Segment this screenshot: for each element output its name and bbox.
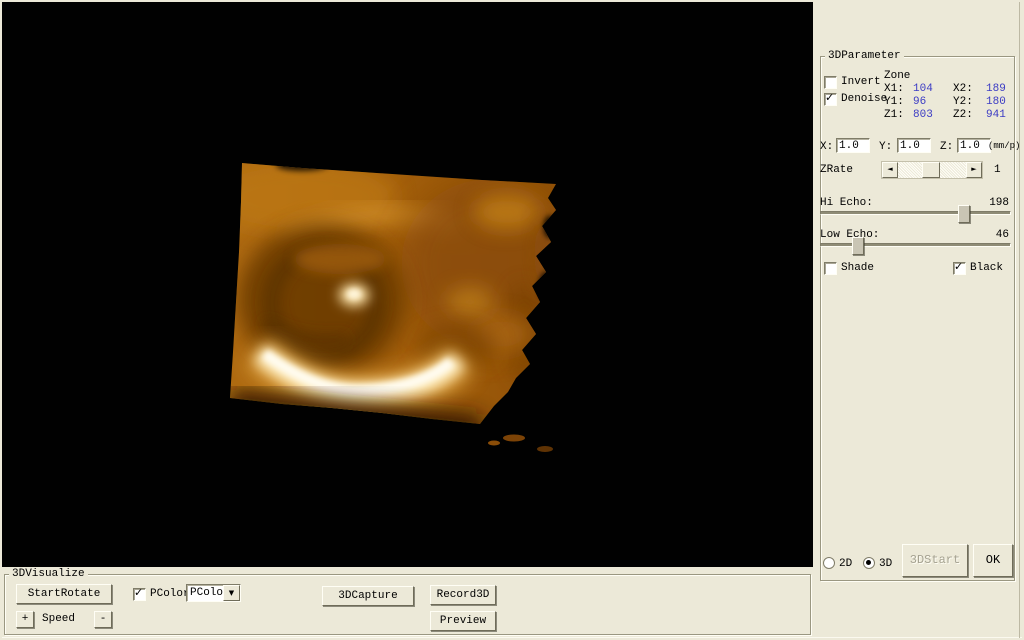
start3d-button[interactable]: 3DStart bbox=[902, 544, 968, 577]
zone-z2-value: 941 bbox=[986, 109, 1006, 121]
speed-label: Speed bbox=[42, 613, 76, 625]
shade-checkbox[interactable] bbox=[824, 262, 837, 275]
zrate-scrollbar-thumb[interactable] bbox=[922, 162, 940, 178]
scroll-right-icon: ► bbox=[971, 165, 977, 173]
speed-minus-button[interactable]: - bbox=[94, 611, 112, 628]
scale-x-label: X: bbox=[820, 141, 834, 153]
pcolor-dropdown-button[interactable]: ▼ bbox=[223, 585, 240, 601]
zone-y1-label: Y1: bbox=[884, 96, 904, 108]
scale-unit-label: (mm/p) bbox=[988, 141, 1021, 151]
speed-plus-button[interactable]: + bbox=[16, 611, 34, 628]
zone-x2-label: X2: bbox=[953, 83, 973, 95]
right-edge-line bbox=[1019, 2, 1020, 638]
pcolor-checkbox[interactable]: ✓ bbox=[133, 586, 146, 601]
scale-y-input[interactable] bbox=[897, 138, 931, 153]
capture3d-button[interactable]: 3DCapture bbox=[322, 586, 414, 606]
check-icon: ✓ bbox=[134, 586, 144, 599]
record3d-button[interactable]: Record3D bbox=[430, 585, 496, 605]
hi-echo-slider-track[interactable] bbox=[820, 211, 1011, 215]
low-echo-label: Low Echo: bbox=[820, 229, 880, 241]
zone-z1-label: Z1: bbox=[884, 109, 904, 121]
mode-3d-radio[interactable] bbox=[863, 557, 875, 569]
scale-y-label: Y: bbox=[879, 141, 893, 153]
zone-y2-value: 180 bbox=[986, 96, 1006, 108]
black-checkbox[interactable]: ✓ bbox=[953, 260, 966, 275]
zrate-scroll-left-button[interactable]: ◄ bbox=[882, 162, 898, 178]
check-icon: ✓ bbox=[825, 91, 835, 104]
bottom-highlight-line bbox=[2, 637, 1022, 638]
denoise-label: Denoise bbox=[841, 93, 888, 105]
scroll-left-icon: ◄ bbox=[887, 165, 893, 173]
zone-title: Zone bbox=[884, 70, 911, 82]
zone-x1-value: 104 bbox=[913, 83, 933, 95]
render-viewport[interactable] bbox=[2, 2, 813, 567]
pcolor-dropdown[interactable]: PColor ▼ bbox=[186, 584, 241, 602]
app-window: 3DParameter Invert ✓ Denoise Zone X1: 10… bbox=[0, 0, 1024, 640]
hi-echo-slider-thumb[interactable] bbox=[958, 205, 970, 223]
visualize-groupbox-title: 3DVisualize bbox=[9, 568, 88, 580]
zone-x2-value: 189 bbox=[986, 83, 1006, 95]
scale-z-label: Z: bbox=[940, 141, 954, 153]
shade-label: Shade bbox=[841, 262, 875, 274]
zrate-value: 1 bbox=[994, 164, 1001, 176]
parameter-groupbox: 3DParameter bbox=[820, 50, 1015, 581]
ultrasound-3d-render[interactable] bbox=[2, 2, 813, 567]
zone-x1-label: X1: bbox=[884, 83, 904, 95]
hi-echo-label: Hi Echo: bbox=[820, 197, 873, 209]
chevron-down-icon: ▼ bbox=[228, 589, 235, 597]
radio-dot bbox=[866, 560, 871, 565]
check-icon: ✓ bbox=[954, 260, 964, 273]
zone-z2-label: Z2: bbox=[953, 109, 973, 121]
mode-2d-radio[interactable] bbox=[823, 557, 835, 569]
denoise-checkbox[interactable]: ✓ bbox=[824, 91, 837, 106]
pcolor-label: PColor bbox=[150, 588, 190, 600]
scale-x-input[interactable] bbox=[836, 138, 870, 153]
scale-z-input[interactable] bbox=[957, 138, 991, 153]
zone-z1-value: 803 bbox=[913, 109, 933, 121]
low-echo-slider-thumb[interactable] bbox=[852, 237, 864, 255]
low-echo-slider-track[interactable] bbox=[820, 243, 1011, 247]
zone-y1-value: 96 bbox=[913, 96, 927, 108]
parameter-groupbox-title: 3DParameter bbox=[825, 50, 904, 62]
hi-echo-value: 198 bbox=[989, 197, 1009, 209]
zrate-label: ZRate bbox=[820, 164, 854, 176]
zrate-scroll-right-button[interactable]: ► bbox=[966, 162, 982, 178]
mode-2d-label: 2D bbox=[839, 558, 853, 570]
ok-button[interactable]: OK bbox=[973, 544, 1013, 577]
invert-label: Invert bbox=[841, 76, 881, 88]
invert-checkbox[interactable] bbox=[824, 76, 837, 89]
black-label: Black bbox=[970, 262, 1004, 274]
start-rotate-button[interactable]: StartRotate bbox=[16, 584, 112, 604]
preview-button[interactable]: Preview bbox=[430, 611, 496, 631]
zone-y2-label: Y2: bbox=[953, 96, 973, 108]
zrate-scrollbar[interactable]: ◄ ► bbox=[881, 161, 983, 179]
low-echo-value: 46 bbox=[995, 229, 1009, 241]
mode-3d-label: 3D bbox=[879, 558, 893, 570]
